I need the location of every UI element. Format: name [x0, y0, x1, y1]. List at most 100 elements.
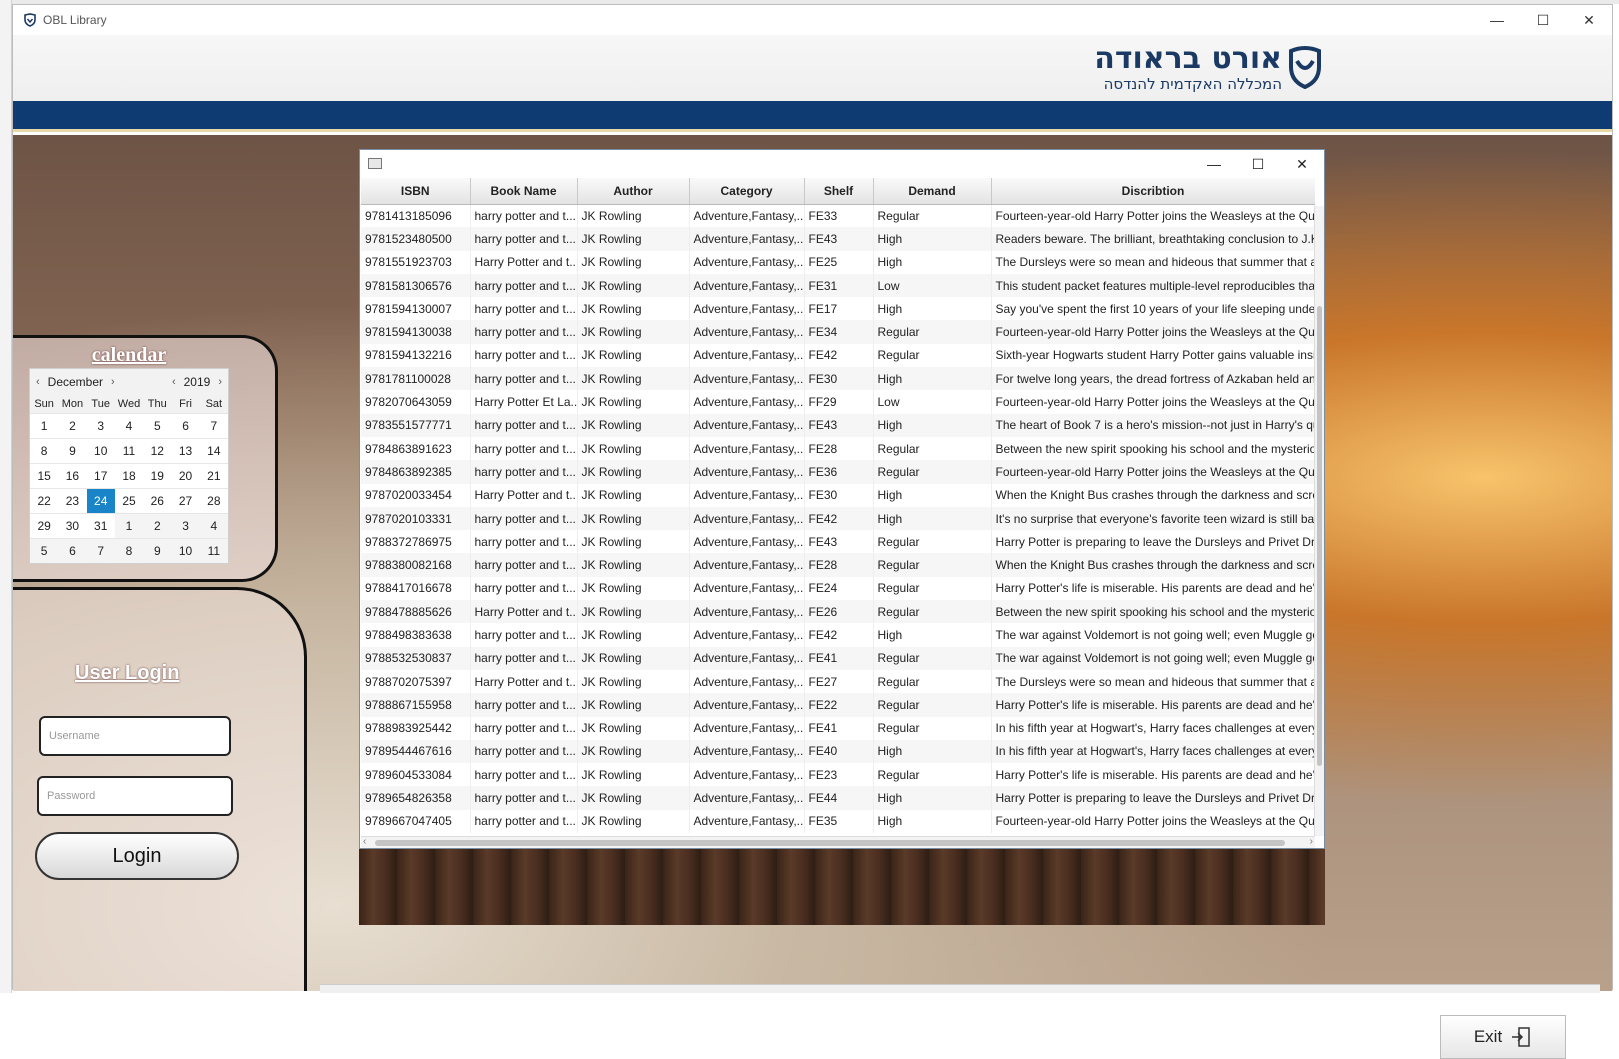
table-minimize-button[interactable]: — [1192, 150, 1236, 178]
next-month-button[interactable]: › [111, 376, 115, 388]
calendar-day-cell[interactable]: 9 [58, 438, 87, 463]
exit-button[interactable]: Exit [1440, 1015, 1566, 1059]
calendar-day-cell[interactable]: 3 [86, 413, 115, 438]
calendar-day-cell[interactable]: 1 [30, 413, 59, 438]
table-row[interactable]: 9781594130007 harry potter and t... JK Row… [361, 297, 1315, 321]
calendar-day-cell[interactable]: 10 [171, 538, 200, 563]
table-maximize-button[interactable]: ☐ [1236, 150, 1280, 178]
calendar-day-cell[interactable]: 2 [58, 413, 87, 438]
maximize-button[interactable]: ☐ [1520, 5, 1566, 35]
calendar-day-cell[interactable]: 6 [171, 413, 200, 438]
table-row[interactable]: 9787020033454 Harry Potter and t... JK Row… [361, 483, 1315, 507]
column-header[interactable]: Shelf [804, 178, 874, 205]
calendar-day-cell[interactable]: 10 [86, 438, 115, 463]
calendar-day-cell[interactable]: 21 [199, 463, 228, 488]
password-field[interactable]: Password [37, 776, 233, 816]
scroll-right-icon[interactable]: › [1310, 836, 1313, 847]
calendar-day-cell[interactable]: 5 [143, 413, 172, 438]
vertical-scrollbar[interactable] [1314, 206, 1324, 836]
calendar-year[interactable]: 2019 [184, 375, 211, 389]
calendar-day-cell[interactable]: 3 [171, 513, 200, 538]
column-header[interactable]: Book Name [470, 178, 578, 205]
calendar-day-cell[interactable]: 1 [114, 513, 144, 538]
table-row[interactable]: 9788702075397 Harry Potter and t... JK Row… [361, 669, 1315, 694]
calendar-day-cell[interactable]: 14 [199, 438, 228, 463]
calendar-day-cell[interactable]: 24 [86, 488, 115, 513]
table-row[interactable]: 9788532530837 harry potter and t... JK Row… [361, 646, 1315, 670]
calendar-day-cell[interactable]: 23 [58, 488, 87, 513]
table-row[interactable]: 9788983925442 harry potter and t... JK Row… [361, 716, 1315, 740]
calendar-day-cell[interactable]: 11 [199, 538, 228, 563]
calendar-day-cell[interactable]: 13 [171, 438, 200, 463]
table-close-button[interactable]: ✕ [1280, 150, 1324, 178]
table-row[interactable]: 9783551577771 harry potter and t... JK Row… [361, 413, 1315, 437]
calendar-day-cell[interactable]: 8 [114, 538, 144, 563]
calendar-day-cell[interactable]: 17 [86, 463, 115, 488]
table-row[interactable]: 9781781100028 harry potter and t... JK Row… [361, 367, 1315, 391]
scroll-left-icon[interactable]: ‹ [363, 836, 366, 847]
calendar-day-cell[interactable]: 4 [114, 413, 144, 438]
calendar-day-cell[interactable]: 30 [58, 513, 87, 538]
calendar-month[interactable]: December [48, 375, 103, 389]
table-row[interactable]: 9788478885626 Harry Potter and t... JK Row… [361, 600, 1315, 624]
username-field[interactable]: Username [39, 716, 231, 756]
prev-year-button[interactable]: ‹ [172, 376, 176, 388]
calendar-day-cell[interactable]: 28 [199, 488, 228, 513]
ide-bottom-strip [320, 984, 1600, 993]
column-header[interactable]: Category [689, 178, 805, 205]
horizontal-scrollbar[interactable]: ‹ › [361, 836, 1315, 848]
calendar-day-cell[interactable]: 7 [199, 413, 228, 438]
horizontal-scroll-thumb[interactable] [375, 840, 1285, 846]
table-row[interactable]: 9784863891623 harry potter and t... JK Row… [361, 436, 1315, 461]
calendar-day-cell[interactable]: 22 [30, 488, 59, 513]
table-row[interactable]: 9788417016678 harry potter and t... JK Row… [361, 576, 1315, 601]
table-row[interactable]: 9789604533084 harry potter and t... JK Row… [361, 763, 1315, 787]
column-header[interactable]: ISBN [361, 178, 471, 205]
minimize-button[interactable]: — [1474, 5, 1520, 35]
table-row[interactable]: 9789667047405 harry potter and t... JK Row… [361, 809, 1315, 834]
table-cell: High [873, 809, 992, 834]
calendar-day-cell[interactable]: 25 [114, 488, 144, 513]
table-row[interactable]: 9784863892385 harry potter and t... JK Row… [361, 460, 1315, 484]
table-row[interactable]: 9788380082168 harry potter and t... JK Row… [361, 553, 1315, 577]
table-row[interactable]: 9781594130038 harry potter and t... JK Row… [361, 320, 1315, 344]
calendar-day-cell[interactable]: 9 [143, 538, 172, 563]
calendar-day-cell[interactable]: 18 [114, 463, 144, 488]
prev-month-button[interactable]: ‹ [36, 376, 40, 388]
calendar-day-cell[interactable]: 29 [30, 513, 59, 538]
calendar-day-cell[interactable]: 5 [30, 538, 59, 563]
calendar-day-cell[interactable]: 27 [171, 488, 200, 513]
table-row[interactable]: 9781413185096 harry potter and t... JK Row… [361, 204, 1315, 228]
table-row[interactable]: 9789654826358 harry potter and t... JK Row… [361, 786, 1315, 810]
calendar-day-cell[interactable]: 26 [143, 488, 172, 513]
close-button[interactable]: ✕ [1566, 5, 1612, 35]
table-row[interactable]: 9781581306576 harry potter and t... JK Row… [361, 273, 1315, 298]
calendar-day-cell[interactable]: 20 [171, 463, 200, 488]
table-row[interactable]: 9781551923703 Harry Potter and t... JK Row… [361, 250, 1315, 274]
calendar-day-cell[interactable]: 2 [143, 513, 172, 538]
table-row[interactable]: 9788372786975 harry potter and t... JK Row… [361, 530, 1315, 554]
calendar-day-cell[interactable]: 31 [86, 513, 115, 538]
calendar-day-cell[interactable]: 6 [58, 538, 87, 563]
column-header[interactable]: Discribtion [991, 178, 1315, 205]
calendar-day-cell[interactable]: 16 [58, 463, 87, 488]
table-row[interactable]: 9788867155958 harry potter and t... JK Row… [361, 693, 1315, 717]
login-button[interactable]: Login [35, 832, 239, 880]
calendar-day-cell[interactable]: 15 [30, 463, 59, 488]
table-row[interactable]: 9782070643059 Harry Potter Et La... JK Row… [361, 390, 1315, 414]
table-row[interactable]: 9781523480500 harry potter and t... JK Row… [361, 227, 1315, 251]
column-header[interactable]: Demand [873, 178, 992, 205]
table-row[interactable]: 9788498383638 harry potter and t... JK Row… [361, 623, 1315, 647]
calendar-day-cell[interactable]: 4 [199, 513, 228, 538]
calendar-day-cell[interactable]: 8 [30, 438, 59, 463]
column-header[interactable]: Author [577, 178, 690, 205]
table-row[interactable]: 9781594132216 harry potter and t... JK Row… [361, 343, 1315, 368]
calendar-day-cell[interactable]: 7 [86, 538, 115, 563]
table-row[interactable]: 9787020103331 harry potter and t... JK Row… [361, 506, 1315, 531]
calendar-day-cell[interactable]: 11 [114, 438, 144, 463]
calendar-day-cell[interactable]: 19 [143, 463, 172, 488]
next-year-button[interactable]: › [218, 376, 222, 388]
table-row[interactable]: 9789544467616 harry potter and t... JK Row… [361, 739, 1315, 764]
vertical-scroll-thumb[interactable] [1317, 306, 1322, 766]
calendar-day-cell[interactable]: 12 [143, 438, 172, 463]
